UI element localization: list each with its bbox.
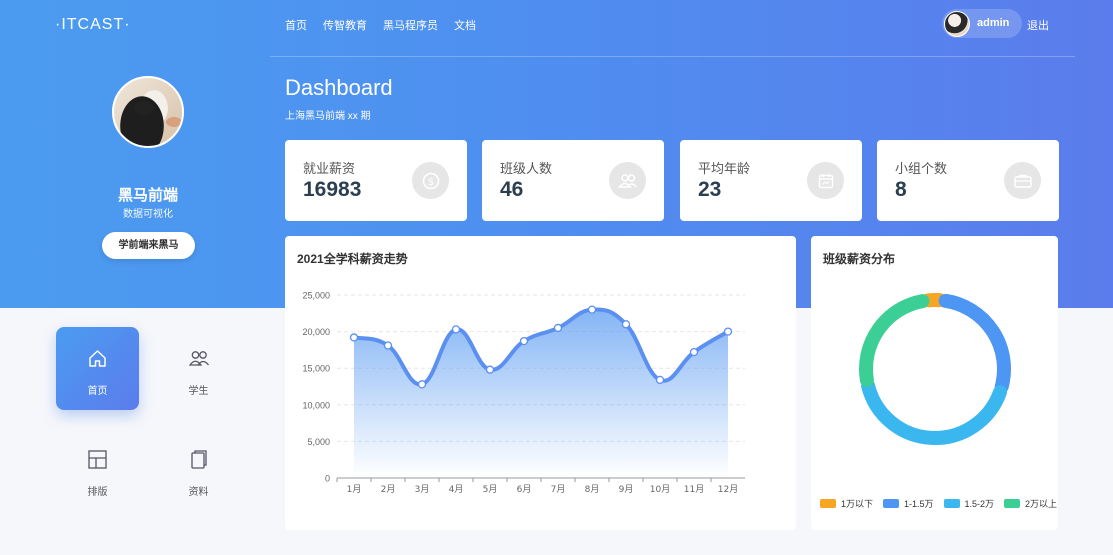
- x-tick-label: 9月: [619, 484, 634, 495]
- legend-item[interactable]: 1万以下: [820, 497, 873, 510]
- x-tick-label: 8月: [585, 484, 600, 495]
- data-point[interactable]: [485, 365, 495, 374]
- menu-label: 首页: [87, 386, 108, 397]
- menu-label: 学生: [188, 386, 209, 397]
- x-tick-label: 11月: [684, 484, 704, 495]
- documents-icon: [191, 450, 207, 469]
- home-icon: [89, 350, 106, 367]
- stat-label: 就业薪资: [303, 161, 356, 176]
- legend-swatch: [943, 499, 960, 508]
- money-icon: $: [412, 162, 449, 199]
- legend-item[interactable]: 2万以上: [1004, 497, 1057, 510]
- legend-swatch: [883, 499, 900, 508]
- stat-card-class-size: 班级人数 46: [482, 140, 664, 221]
- x-tick-label: 5月: [483, 484, 498, 495]
- x-tick-label: 1月: [347, 484, 362, 495]
- legend-swatch: [820, 499, 836, 508]
- calendar-icon: [807, 162, 844, 199]
- x-tick-label: 7月: [551, 484, 566, 495]
- users-icon: [609, 162, 646, 199]
- donut-legend: 1万以下 1-1.5万 1.5-2万 2万以上: [820, 497, 1057, 510]
- data-point[interactable]: [417, 380, 427, 389]
- logout-link[interactable]: 退出: [1027, 17, 1049, 33]
- data-point[interactable]: [587, 305, 597, 314]
- stat-value: 8: [895, 178, 907, 201]
- data-point[interactable]: [621, 320, 631, 329]
- x-tick-label: 10月: [650, 484, 670, 495]
- stat-value: 46: [500, 178, 524, 201]
- y-tick-label: 10,000: [302, 400, 330, 410]
- y-tick-label: 20,000: [302, 327, 330, 337]
- data-point[interactable]: [655, 375, 665, 385]
- legend-label: 1-1.5万: [904, 499, 934, 509]
- legend-item[interactable]: 1.5-2万: [943, 497, 995, 510]
- menu-label: 排版: [87, 487, 108, 498]
- stat-card-avg-age: 平均年龄 23: [680, 140, 862, 221]
- user-name[interactable]: admin: [977, 17, 1009, 29]
- x-tick-label: 2月: [381, 484, 396, 495]
- data-point[interactable]: [553, 323, 563, 333]
- stat-label: 班级人数: [500, 161, 553, 176]
- menu-item-documents[interactable]: 资料: [157, 428, 240, 511]
- legend-label: 2万以上: [1025, 499, 1058, 509]
- legend-label: 1.5-2万: [964, 499, 995, 509]
- donut-slice[interactable]: [861, 378, 1007, 445]
- svg-text:$: $: [427, 177, 433, 188]
- logo[interactable]: ·ITCAST·: [55, 16, 131, 34]
- page-title: Dashboard: [285, 75, 393, 100]
- stat-card-salary: 就业薪资 16983 $: [285, 140, 467, 221]
- menu-item-home[interactable]: 首页: [56, 327, 139, 410]
- donut-slice[interactable]: [859, 294, 930, 387]
- profile-avatar: [112, 76, 184, 148]
- data-point[interactable]: [519, 336, 529, 346]
- profile-subtitle: 数据可视化: [123, 209, 173, 220]
- salary-trend-panel: 2021全学科薪资走势 0 5,000 10,000 15,000 20,000 25,0…: [285, 236, 796, 530]
- data-point[interactable]: [451, 325, 461, 334]
- data-point[interactable]: [689, 347, 699, 357]
- x-tick-label: 4月: [449, 484, 464, 495]
- stat-label: 小组个数: [895, 161, 948, 176]
- legend-swatch: [1004, 499, 1021, 508]
- user-avatar[interactable]: [944, 11, 970, 37]
- stat-value: 16983: [303, 178, 362, 201]
- header-divider: [270, 56, 1075, 57]
- x-tick-label: 6月: [517, 484, 532, 495]
- stat-card-groups: 小组个数 8: [877, 140, 1059, 221]
- line-chart: 0 5,000 10,000 15,000 20,000 25,000 1月 2月 3月 4月 5月…: [302, 291, 745, 495]
- stat-value: 23: [698, 178, 722, 201]
- data-point[interactable]: [723, 327, 733, 336]
- x-tick-label: 3月: [415, 484, 430, 495]
- stat-label: 平均年龄: [698, 161, 751, 176]
- salary-distribution-panel: 班级薪资分布: [811, 236, 1058, 530]
- students-icon: [188, 351, 210, 366]
- layout-icon: [88, 450, 107, 469]
- menu-item-students[interactable]: 学生: [157, 327, 240, 410]
- nav-link-docs[interactable]: 文档: [454, 17, 476, 33]
- menu-item-layout[interactable]: 排版: [56, 428, 139, 511]
- y-tick-label: 0: [325, 474, 330, 484]
- legend-label: 1万以下: [841, 499, 874, 509]
- profile-name: 黑马前端: [117, 187, 178, 204]
- profile-cta-button[interactable]: 学前端来黑马: [102, 232, 195, 259]
- data-point[interactable]: [383, 341, 393, 350]
- legend-item[interactable]: 1-1.5万: [883, 497, 934, 510]
- menu-label: 资料: [188, 487, 209, 498]
- y-tick-label: 15,000: [302, 364, 330, 374]
- x-tick-label: 12月: [718, 484, 738, 495]
- y-tick-label: 25,000: [302, 291, 330, 301]
- donut-chart: [859, 293, 1011, 445]
- nav-link-itcast[interactable]: 传智教育: [323, 17, 367, 33]
- data-point[interactable]: [349, 333, 359, 342]
- donut-slice[interactable]: [938, 293, 1011, 394]
- nav-link-heima[interactable]: 黑马程序员: [383, 17, 438, 33]
- y-tick-label: 5,000: [307, 437, 330, 447]
- page-subtitle: 上海黑马前端 xx 期: [285, 111, 371, 122]
- nav-link-home[interactable]: 首页: [285, 17, 307, 33]
- briefcase-icon: [1004, 162, 1041, 199]
- top-nav: 首页 传智教育 黑马程序员 文档: [285, 17, 476, 33]
